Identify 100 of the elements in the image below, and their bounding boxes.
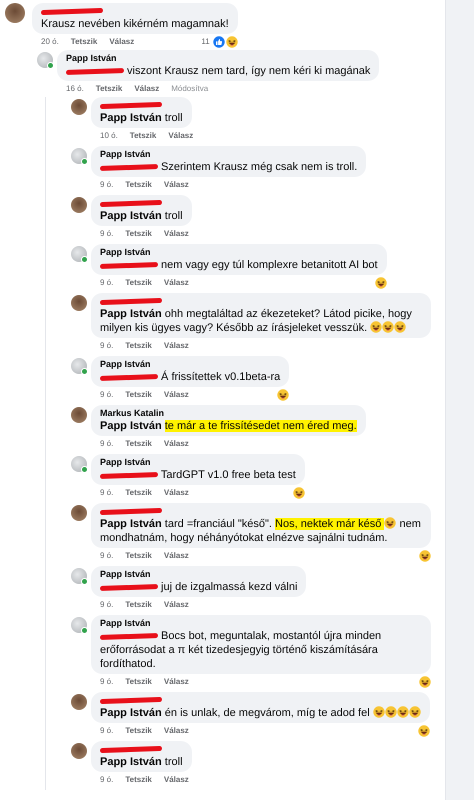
avatar[interactable] [71, 505, 87, 521]
comment-time[interactable]: 9 ó. [100, 341, 114, 350]
comment-text: viszont Krausz nem tard, így nem kéri ki magának [66, 64, 370, 78]
laughing-emoji-icon [370, 321, 382, 333]
author-name[interactable]: Papp István [66, 53, 117, 64]
reply-link[interactable]: Válasz [164, 180, 189, 189]
reply-link[interactable]: Válasz [164, 600, 189, 609]
comment-time[interactable]: 9 ó. [100, 439, 114, 448]
avatar[interactable] [71, 617, 87, 633]
reply-link[interactable]: Válasz [168, 131, 194, 140]
like-link[interactable]: Tetszik [125, 439, 152, 448]
comment-text: nem vagy egy túl komplexre betanitott AI bot [100, 258, 378, 272]
reply-link[interactable]: Válasz [164, 229, 189, 238]
online-status-dot [81, 256, 88, 263]
comment-time[interactable]: 9 ó. [100, 180, 114, 189]
comment-time[interactable]: 9 ó. [100, 551, 114, 560]
comment-time[interactable]: 9 ó. [100, 488, 114, 497]
laughing-emoji-icon [396, 706, 409, 718]
reply-link[interactable]: Válasz [164, 390, 189, 399]
avatar[interactable] [71, 99, 87, 115]
mention-link[interactable]: Papp István [100, 518, 162, 530]
reply-link[interactable]: Válasz [164, 278, 189, 287]
author-name[interactable]: Papp István [100, 569, 151, 580]
comment-time[interactable]: 20 ó. [41, 37, 59, 46]
like-link[interactable]: Tetszik [125, 775, 152, 784]
avatar[interactable] [71, 407, 87, 423]
redaction-mark [100, 164, 158, 171]
edited-label: Módosítva [171, 84, 208, 93]
redaction-mark [100, 584, 158, 591]
mention-link[interactable]: Papp István [100, 707, 162, 719]
reply-link[interactable]: Válasz [164, 551, 189, 560]
comment-time[interactable]: 9 ó. [100, 278, 114, 287]
laughing-emoji-icon [394, 321, 406, 333]
reply-link[interactable]: Válasz [164, 439, 189, 448]
laughing-emoji-icon [382, 321, 394, 333]
comment-time[interactable]: 9 ó. [100, 229, 114, 238]
online-status-dot [81, 627, 88, 634]
reply-link[interactable]: Válasz [164, 726, 189, 735]
author-name[interactable]: Papp István [100, 618, 151, 629]
comment-text: Bocs bot, meguntalak, mostantól újra minden erőforrásodat a π két tizedesjegyig történő kiszámítására fordíthatod. [100, 629, 382, 671]
avatar[interactable] [71, 743, 87, 759]
reply-link[interactable]: Válasz [109, 37, 134, 46]
comment-text: Papp István troll [100, 755, 183, 769]
reply-link[interactable]: Válasz [164, 775, 189, 784]
like-link[interactable]: Tetszik [125, 551, 152, 560]
comment-text: Papp István tard =franciául "késő". Nos, nektek már késő nem mondhatnám, hogy néhányótokat elnézve sajnálni tudnám. [100, 517, 422, 545]
comment-time[interactable]: 16 ó. [66, 84, 84, 93]
comment-text: Á frissítettek v0.1beta-ra [100, 370, 280, 384]
avatar[interactable] [71, 358, 87, 374]
redaction-mark [100, 472, 158, 479]
author-name[interactable]: Papp István [100, 359, 151, 370]
comment-time[interactable]: 9 ó. [100, 775, 114, 784]
like-link[interactable]: Tetszik [125, 488, 152, 497]
like-link[interactable]: Tetszik [125, 390, 152, 399]
mention-link[interactable]: Papp István [100, 420, 162, 432]
author-name[interactable]: Papp István [100, 457, 151, 468]
like-link[interactable]: Tetszik [125, 180, 152, 189]
reaction-count[interactable]: 11 [201, 37, 210, 46]
redaction-mark [66, 68, 124, 75]
author-name[interactable]: Papp István [100, 149, 151, 160]
mention-link[interactable]: Papp István [100, 210, 162, 222]
mention-link[interactable]: Papp István [100, 112, 162, 124]
mention-link[interactable]: Papp István [100, 308, 162, 320]
avatar[interactable] [5, 3, 25, 23]
like-link[interactable]: Tetszik [130, 131, 156, 140]
avatar[interactable] [71, 694, 87, 710]
avatar[interactable] [71, 568, 87, 584]
reply-link[interactable]: Válasz [164, 677, 189, 686]
comment-text: Papp István ohh megtaláltad az ékezeteket? Látod picike, hogy milyen kis ügyes vagy? Később az írásjeleket vesszük. [100, 307, 413, 335]
author-name[interactable]: Papp István [100, 247, 151, 258]
redaction-mark [100, 632, 158, 640]
avatar[interactable] [71, 456, 87, 472]
online-status-dot [81, 466, 88, 473]
like-link[interactable]: Tetszik [125, 341, 152, 350]
avatar[interactable] [37, 52, 53, 68]
comment-time[interactable]: 9 ó. [100, 600, 114, 609]
redaction-mark [100, 262, 158, 269]
reply-link[interactable]: Válasz [164, 488, 189, 497]
like-link[interactable]: Tetszik [125, 278, 152, 287]
like-link[interactable]: Tetszik [125, 229, 152, 238]
avatar[interactable] [71, 197, 87, 213]
like-link[interactable]: Tetszik [125, 726, 152, 735]
comment-text: Papp István te már a te frissítésedet nem éred meg. [100, 419, 357, 433]
avatar[interactable] [71, 148, 87, 164]
reply-link[interactable]: Válasz [164, 341, 189, 350]
comment-text: TardGPT v1.0 free beta test [100, 468, 296, 482]
comment-time[interactable]: 10 ó. [100, 131, 118, 140]
reply-link[interactable]: Válasz [134, 84, 160, 93]
redaction-mark [100, 374, 158, 381]
like-link[interactable]: Tetszik [70, 37, 98, 46]
avatar[interactable] [71, 246, 87, 262]
comment-time[interactable]: 9 ó. [100, 677, 114, 686]
comment-time[interactable]: 9 ó. [100, 726, 114, 735]
avatar[interactable] [71, 295, 87, 311]
comment-time[interactable]: 9 ó. [100, 390, 114, 399]
like-link[interactable]: Tetszik [125, 677, 152, 686]
like-link[interactable]: Tetszik [125, 600, 152, 609]
mention-link[interactable]: Papp István [100, 756, 162, 768]
like-link[interactable]: Tetszik [96, 84, 122, 93]
author-name[interactable]: Markus Katalin [100, 408, 164, 419]
